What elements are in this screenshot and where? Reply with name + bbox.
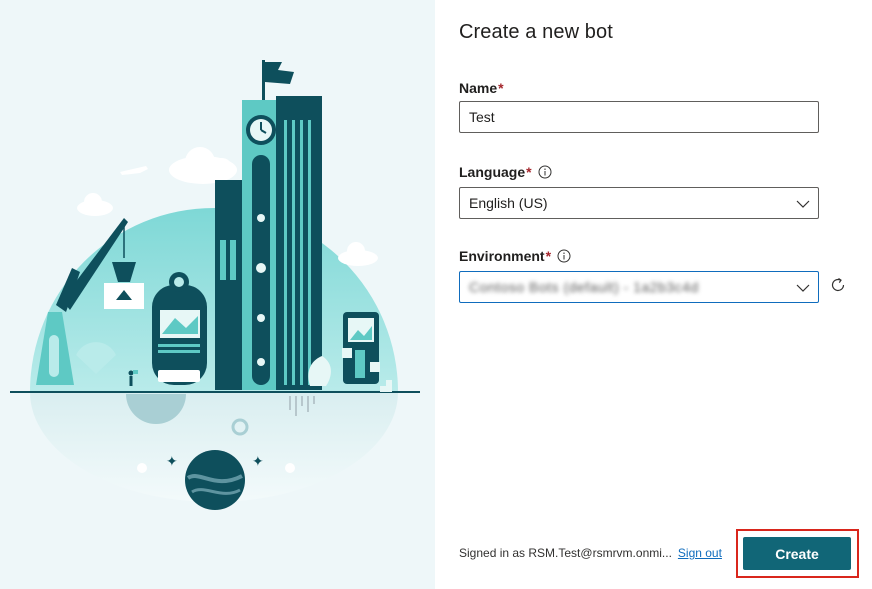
name-label: Name *	[459, 80, 504, 96]
dialog-title: Create a new bot	[459, 21, 613, 43]
sign-out-link[interactable]: Sign out	[678, 546, 722, 560]
environment-selected-value: Contoso Bots (default) - 1a2b3c4d	[469, 279, 699, 295]
info-icon[interactable]	[538, 165, 552, 179]
bot-illustration-panel: ✦ ✦	[0, 0, 435, 589]
name-required-mark: *	[498, 80, 504, 96]
name-label-text: Name	[459, 80, 498, 96]
refresh-environments-button[interactable]	[828, 277, 848, 297]
chevron-down-icon	[796, 197, 810, 209]
create-button[interactable]: Create	[743, 537, 851, 570]
language-required-mark: *	[526, 164, 532, 180]
phone-shape	[342, 312, 380, 384]
name-input[interactable]	[459, 101, 819, 133]
svg-text:✦: ✦	[166, 454, 178, 470]
signed-in-footer: Signed in as RSM.Test@rsmrvm.onmi... Sig…	[459, 546, 722, 560]
create-bot-dialog: Create a new bot Name* Language* English…	[435, 0, 872, 589]
sky-circle	[30, 208, 398, 392]
refresh-icon	[829, 276, 847, 299]
info-icon[interactable]	[557, 249, 571, 263]
bot-illustration: ✦ ✦	[10, 60, 420, 510]
language-label-text: Language	[459, 164, 526, 180]
chevron-down-icon	[796, 281, 810, 293]
environment-dropdown[interactable]: Contoso Bots (default) - 1a2b3c4d	[459, 271, 819, 303]
environment-label-text: Environment	[459, 248, 545, 264]
clock-tower-shape	[215, 60, 322, 390]
svg-text:✦: ✦	[252, 454, 264, 470]
language-label: Language *	[459, 164, 552, 180]
language-dropdown[interactable]: English (US)	[459, 187, 819, 219]
environment-required-mark: *	[545, 248, 552, 264]
environment-label: Environment *	[459, 248, 571, 264]
language-selected-value: English (US)	[469, 195, 548, 211]
plane-shape	[120, 166, 148, 175]
signed-in-text: Signed in as RSM.Test@rsmrvm.onmi...	[459, 546, 672, 560]
